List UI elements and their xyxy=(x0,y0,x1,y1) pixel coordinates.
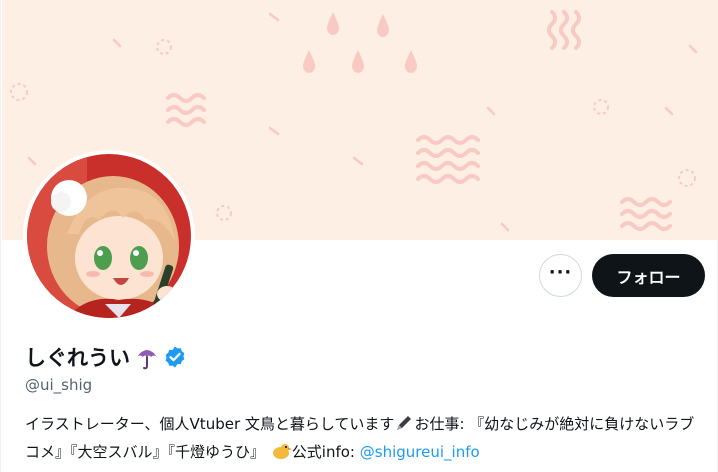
profile-frame: ··· フォロー しぐれうい @ui_shig イラストレーター、個人Vtube… xyxy=(0,0,718,472)
pen-icon xyxy=(397,416,412,430)
bio-text-3: 公式info: xyxy=(291,443,360,461)
bird-icon xyxy=(272,444,292,459)
profile-bio: イラストレーター、個人Vtuber 文鳥と暮らしています お仕事: 『幼なじみが絶… xyxy=(25,410,709,466)
more-options-icon: ··· xyxy=(548,261,573,283)
user-handle: @ui_shig xyxy=(25,376,93,394)
bio-info-link[interactable]: @shigureui_info xyxy=(360,443,480,461)
umbrella-icon xyxy=(137,350,157,370)
verified-badge-icon[interactable] xyxy=(163,345,187,369)
follow-button[interactable]: フォロー xyxy=(592,254,705,297)
bio-text-1: イラストレーター、個人Vtuber 文鳥と暮らしています xyxy=(25,415,395,433)
name-row: しぐれうい xyxy=(25,340,187,374)
display-name: しぐれうい xyxy=(25,346,130,370)
avatar-image xyxy=(27,154,191,318)
more-options-button[interactable]: ··· xyxy=(539,254,582,297)
avatar[interactable] xyxy=(23,150,195,322)
